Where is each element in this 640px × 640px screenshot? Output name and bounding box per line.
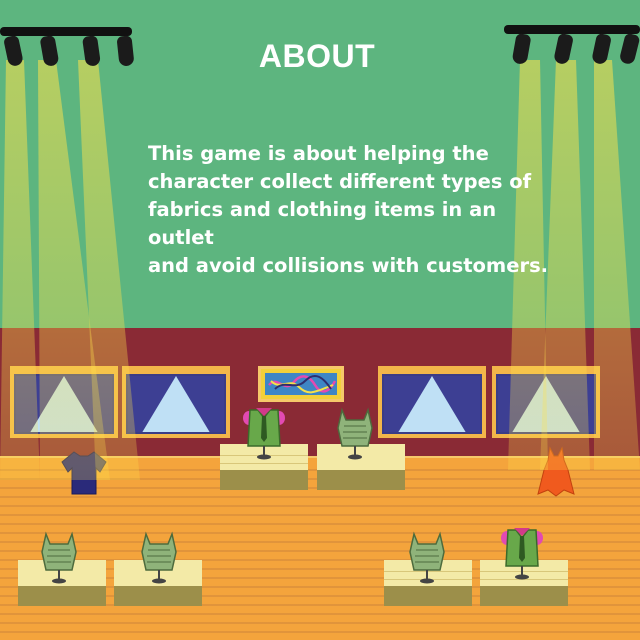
orange-dress-icon[interactable] [534,446,578,500]
green-vest-with-tie-icon [501,528,543,580]
window-4 [492,366,600,438]
game-scene: ABOUT This game is about helping the cha… [0,0,640,640]
green-top-icon [141,531,177,584]
page-title: ABOUT [258,38,376,74]
green-vest-with-tie-icon [243,408,285,460]
light-rail-left [0,27,132,36]
green-top-icon [337,407,373,460]
green-top-icon [41,531,77,584]
window-2 [122,366,230,438]
navy-shirt-icon[interactable] [58,448,110,498]
light-rail-right [504,25,640,34]
about-description: This game is about helping the character… [148,142,549,277]
wall-painting [258,366,344,402]
window-1 [10,366,118,438]
window-3 [378,366,486,438]
green-top-icon [409,531,445,584]
